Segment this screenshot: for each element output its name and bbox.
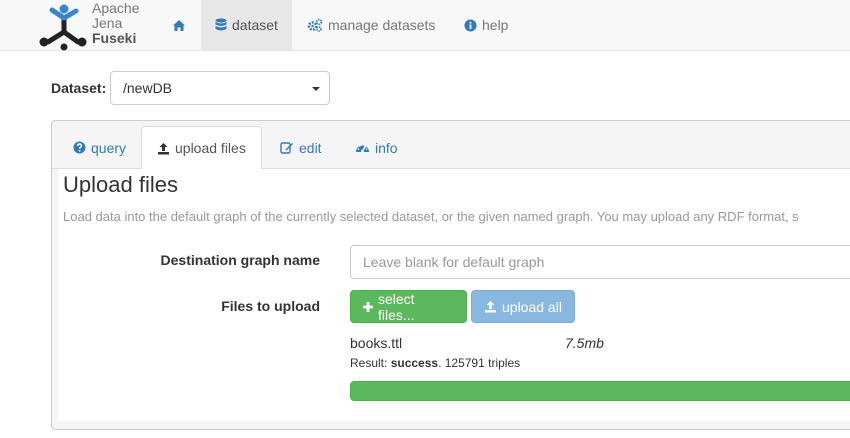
file-name: books.ttl <box>350 335 403 351</box>
dataset-panel: query upload files edit info Upload file… <box>51 120 850 430</box>
tab-info-label: info <box>375 139 398 156</box>
question-circle-icon <box>73 141 86 154</box>
upload-icon <box>484 300 497 313</box>
upload-description: Load data into the default graph of the … <box>63 209 799 224</box>
nav-dataset-label: dataset <box>232 17 278 33</box>
upload-progress-bar <box>350 381 850 401</box>
destination-graph-input[interactable] <box>350 245 850 279</box>
files-to-upload-label: Files to upload <box>221 298 320 314</box>
result-suffix: . 125791 triples <box>438 356 521 370</box>
destination-graph-label: Destination graph name <box>160 252 320 268</box>
upload-result: Result: success. 125791 triples <box>350 356 520 370</box>
brand-logo[interactable]: Apache Jena Fuseki <box>34 0 164 51</box>
top-navbar: Apache Jena Fuseki dataset manage datase… <box>0 0 850 51</box>
tab-info[interactable]: info <box>340 126 413 169</box>
plus-icon <box>363 301 373 312</box>
upload-all-button[interactable]: upload all <box>471 290 575 323</box>
brand-line3: Fuseki <box>92 30 137 46</box>
nav-manage-label: manage datasets <box>328 17 436 33</box>
nav-dataset[interactable]: dataset <box>201 0 292 50</box>
result-status: success <box>390 356 439 370</box>
cogs-icon <box>307 18 323 32</box>
tab-edit-label: edit <box>299 139 322 156</box>
nav-help[interactable]: help <box>450 0 522 50</box>
upload-all-label: upload all <box>502 298 562 315</box>
brand-name: Apache Jena Fuseki <box>92 1 139 46</box>
caret-down-icon <box>312 87 320 91</box>
select-files-label: select files... <box>378 290 415 323</box>
tab-query[interactable]: query <box>58 126 141 169</box>
brand-line2: Jena <box>92 15 123 31</box>
tab-edit[interactable]: edit <box>265 126 337 169</box>
tab-upload-label: upload files <box>175 140 246 156</box>
fuseki-logo-icon <box>39 4 87 51</box>
nav-home[interactable] <box>163 0 199 50</box>
nav-help-label: help <box>482 17 509 33</box>
nav-manage-datasets[interactable]: manage datasets <box>293 0 448 50</box>
dataset-selected-value: /newDB <box>123 80 173 96</box>
info-circle-icon <box>464 19 477 32</box>
dashboard-icon <box>355 141 370 154</box>
select-files-button[interactable]: select files... <box>350 290 467 323</box>
tab-bar: query upload files edit info <box>52 121 850 170</box>
result-prefix: Result: <box>350 356 391 370</box>
upload-progress <box>350 381 850 401</box>
file-size: 7.5mb <box>565 335 604 351</box>
brand-line1: Apache <box>92 0 140 16</box>
dataset-label: Dataset: <box>51 80 107 96</box>
page-title: Upload files <box>63 172 178 197</box>
home-icon <box>172 19 186 32</box>
upload-icon <box>157 142 170 155</box>
dataset-select[interactable]: /newDB <box>110 71 330 105</box>
upload-content: Upload files Load data into the default … <box>58 169 850 421</box>
edit-icon <box>280 141 294 154</box>
database-icon <box>215 18 227 32</box>
tab-upload-files[interactable]: upload files <box>141 126 262 170</box>
tab-query-label: query <box>91 139 127 156</box>
